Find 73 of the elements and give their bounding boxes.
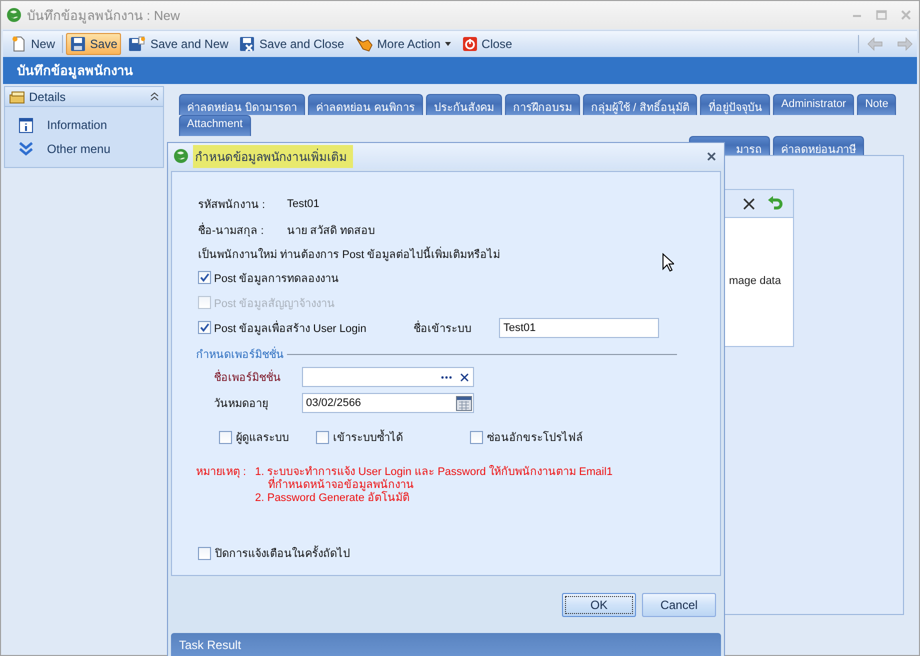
note-text: 1. ระบบจะทำการแจ้ง User Login และ Password ให้กับพนักงานตาม Email1 ที่กำหนดหน้าจอข้อมูลพนักงาน <box>255 466 613 491</box>
clear-icon[interactable] <box>460 372 469 382</box>
power-icon <box>462 36 478 52</box>
caret-icon <box>444 42 451 46</box>
undo-icon[interactable] <box>767 196 783 212</box>
dialog-logo-icon <box>173 148 189 164</box>
toolbar-button[interactable]: Close <box>458 33 516 55</box>
input-field[interactable]: Test01 <box>499 318 660 338</box>
page-header: บันทึกข้อมูลพนักงาน <box>3 57 917 84</box>
field-label: รหัสพนักงาน : <box>198 198 266 213</box>
field-label: วันหมดอายุ <box>214 397 269 412</box>
checkbox[interactable] <box>198 546 211 560</box>
note-text: 2. Password Generate อัตโนมัติ <box>255 492 411 505</box>
close-icon[interactable] <box>707 152 716 160</box>
checkbox[interactable] <box>198 321 211 334</box>
checkbox[interactable] <box>316 430 329 444</box>
toolbar-button[interactable]: Save and Close <box>235 33 348 55</box>
sidebar-item[interactable]: Other menu <box>5 137 163 161</box>
folder-stack-icon <box>9 90 26 104</box>
hand-icon <box>355 36 374 52</box>
maximize-icon[interactable] <box>876 10 887 20</box>
more-icon[interactable] <box>441 376 452 378</box>
double-chevron-down-icon <box>19 142 33 156</box>
lookup-field[interactable] <box>302 367 474 387</box>
toolbar-button[interactable]: Save <box>66 33 122 55</box>
tab[interactable]: ค่าลดหย่อน บิดามารดา <box>179 94 306 115</box>
window-title: บันทึกข้อมูลพนักงาน : New <box>27 6 181 26</box>
checkbox[interactable] <box>470 430 483 444</box>
dialog-title: กำหนดข้อมูลพนักงานเพิ่มเติม <box>193 144 353 168</box>
panel-title: Details <box>29 90 67 104</box>
field-label: ชื่อ-นามสกุล : <box>198 221 287 239</box>
tab[interactable]: Note <box>857 94 896 115</box>
calendar-icon[interactable] <box>456 396 472 410</box>
checkbox[interactable] <box>219 430 232 444</box>
tab[interactable]: ค่าลดหย่อนภาษี <box>773 136 864 155</box>
checkbox-label: ซ่อนอักขระโปรไฟล์ <box>487 430 583 446</box>
field-label: ชื่อเข้าระบบ <box>413 320 472 336</box>
checkbox-label: ผู้ดูแลระบบ <box>236 431 289 446</box>
tab[interactable]: ที่อยู่ปัจจุบัน <box>700 94 770 115</box>
dialog-button[interactable]: Cancel <box>642 593 716 617</box>
tab[interactable]: การฝึกอบรม <box>505 94 580 115</box>
question-text: เป็นพนักงานใหม่ ท่านต้องการ Post ข้อมูลต่อไปนี้เพิ่มเติมหรือไม่ <box>198 243 500 265</box>
toolbar-button[interactable]: More Action <box>351 33 455 55</box>
tab[interactable]: Administrator <box>773 94 854 115</box>
app-logo-icon <box>6 7 22 23</box>
note-label: หมายเหตุ : <box>196 466 248 480</box>
delete-icon[interactable] <box>743 198 755 210</box>
document-icon <box>11 36 27 52</box>
floppy-disk-icon <box>128 36 146 52</box>
toolbar-button[interactable]: Save and New <box>124 33 232 55</box>
panel-text: mage data <box>729 275 781 287</box>
toolbar-button[interactable]: New <box>7 33 60 55</box>
field-value: นาย สวัสดิ ทดสอบ <box>287 224 376 239</box>
date-field[interactable]: 03/02/2566 <box>302 393 474 413</box>
mouse-pointer-icon <box>662 253 674 272</box>
checkbox-label: ปิดการแจ้งเตือนในครั้งถัดไป <box>215 544 350 562</box>
tab[interactable]: ประกันสังคม <box>426 94 502 115</box>
checkbox-label: Post ข้อมูลเพื่อสร้าง User Login <box>214 320 366 336</box>
tab[interactable]: Attachment <box>179 115 251 136</box>
info-icon <box>19 118 33 132</box>
field-label: ชื่อเพอร์มิชชั่น <box>214 368 302 386</box>
checkbox-label: เข้าระบบซ้ำได้ <box>333 428 403 446</box>
checkbox-label: Post ข้อมูลสัญญาจ้างงาน <box>214 296 336 312</box>
group-title: กำหนดเพอร์มิชชั่น <box>196 345 284 363</box>
dialog-button[interactable]: OK <box>562 593 636 617</box>
tab[interactable]: ค่าลดหย่อน คนพิการ <box>308 94 424 115</box>
collapse-icon[interactable] <box>150 92 159 101</box>
checkbox-label: Post ข้อมูลการทดลองงาน <box>214 272 340 286</box>
task-result-bar: Task Result <box>171 633 721 656</box>
field-value: Test01 <box>287 198 320 210</box>
tab[interactable]: กลุ่มผู้ใช้ / สิทธิ์อนุมัติ <box>583 94 698 115</box>
checkbox[interactable] <box>198 271 211 284</box>
sidebar-item[interactable]: Information <box>5 113 163 137</box>
